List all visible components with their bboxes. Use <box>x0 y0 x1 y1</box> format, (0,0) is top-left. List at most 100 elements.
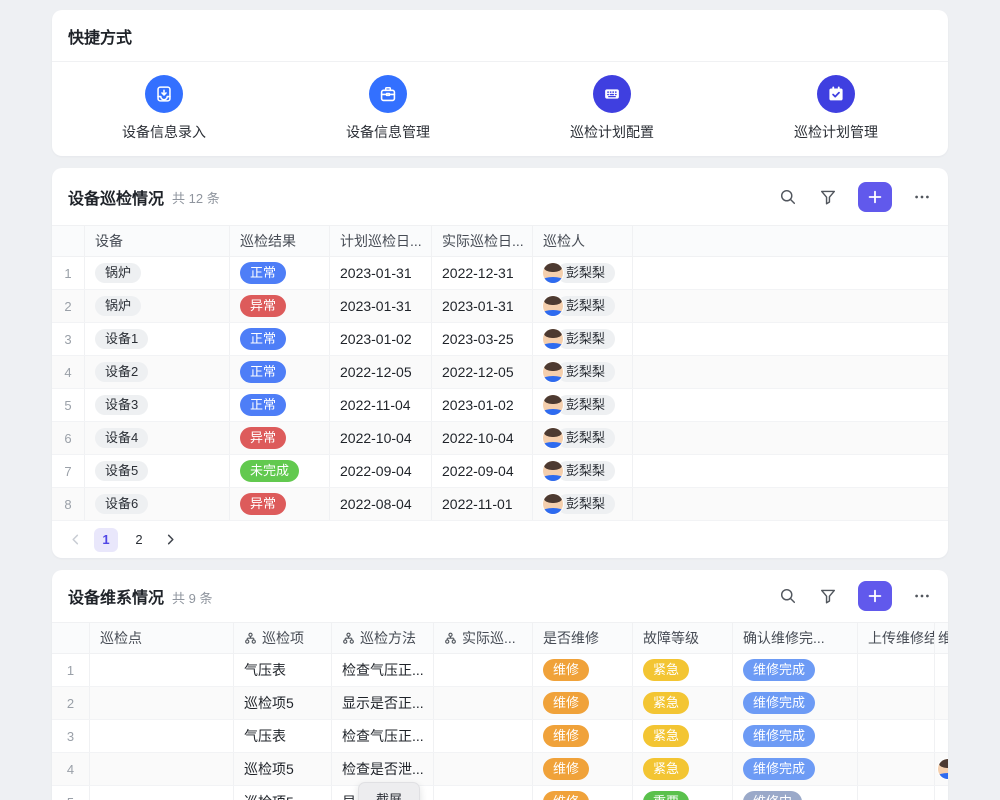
cell-actual <box>434 720 533 752</box>
col-level[interactable]: 故障等级 <box>633 623 733 653</box>
cell-repair: 维修 <box>533 720 633 752</box>
inspection-count: 共 12 条 <box>172 188 220 207</box>
cell-actual: 2022-12-05 <box>432 356 533 388</box>
table-row[interactable]: 8 设备6 异常 2022-08-04 2022-11-01 彭梨梨 <box>52 488 948 521</box>
maintenance-count: 共 9 条 <box>172 588 212 607</box>
col-upload[interactable]: 上传维修结... <box>858 623 935 653</box>
table-row[interactable]: 1 锅炉 正常 2023-01-31 2022-12-31 彭梨梨 <box>52 257 948 290</box>
avatar <box>543 494 563 514</box>
table-row[interactable]: 3 设备1 正常 2023-01-02 2023-03-25 彭梨梨 <box>52 323 948 356</box>
filter-icon[interactable] <box>818 187 838 207</box>
col-method[interactable]: 巡检方法 <box>332 623 434 653</box>
col-result[interactable]: 巡检结果 <box>230 226 330 256</box>
cell-level: 紧急 <box>633 654 733 686</box>
row-number: 4 <box>52 753 90 785</box>
col-confirm[interactable]: 确认维修完... <box>733 623 858 653</box>
filter-icon[interactable] <box>818 586 838 606</box>
col-repair[interactable]: 是否维修 <box>533 623 633 653</box>
cell-inspector: 彭梨梨 <box>533 422 633 454</box>
avatar <box>543 428 563 448</box>
cell-filler <box>633 290 948 322</box>
shortcut-plan-manage[interactable]: 巡检计划管理 <box>724 75 948 142</box>
cell-upload <box>858 654 935 686</box>
cell-result: 异常 <box>230 488 330 520</box>
cell-actual: 2022-11-01 <box>432 488 533 520</box>
col-planned-date[interactable]: 计划巡检日... <box>330 226 432 256</box>
shortcuts-header: 快捷方式 <box>52 10 948 62</box>
table-row[interactable]: 4 设备2 正常 2022-12-05 2022-12-05 彭梨梨 <box>52 356 948 389</box>
row-number: 4 <box>52 356 85 388</box>
col-truncated[interactable]: 维 <box>935 623 948 653</box>
shortcut-device-manage[interactable]: 设备信息管理 <box>276 75 500 142</box>
table-row[interactable]: 5 设备3 正常 2022-11-04 2023-01-02 彭梨梨 <box>52 389 948 422</box>
cell-item: 巡检项5 <box>234 687 332 719</box>
col-device[interactable]: 设备 <box>85 226 230 256</box>
col-point[interactable]: 巡检点 <box>90 623 234 653</box>
cell-actual: 2022-12-31 <box>432 257 533 289</box>
cell-inspector: 彭梨梨 <box>533 389 633 421</box>
add-record-button[interactable] <box>858 581 892 611</box>
cell-filler <box>633 488 948 520</box>
search-icon[interactable] <box>778 586 798 606</box>
row-number: 5 <box>52 389 85 421</box>
cell-result: 异常 <box>230 422 330 454</box>
cell-point <box>90 753 234 785</box>
cell-actual <box>434 786 533 800</box>
search-icon[interactable] <box>778 187 798 207</box>
col-actual[interactable]: 实际巡... <box>434 623 533 653</box>
row-number: 3 <box>52 720 90 752</box>
cell-result: 异常 <box>230 290 330 322</box>
cell-point <box>90 786 234 800</box>
next-page-icon[interactable] <box>160 528 180 552</box>
cell-repair: 维修 <box>533 687 633 719</box>
lookup-icon <box>342 632 355 645</box>
page-1-button[interactable]: 1 <box>94 528 118 552</box>
cell-level: 紧急 <box>633 720 733 752</box>
cell-filler <box>633 257 948 289</box>
more-icon[interactable] <box>912 586 932 606</box>
shortcut-plan-config[interactable]: 巡检计划配置 <box>500 75 724 142</box>
col-actual-date[interactable]: 实际巡检日... <box>432 226 533 256</box>
table-row[interactable]: 2 锅炉 异常 2023-01-31 2023-01-31 彭梨梨 <box>52 290 948 323</box>
inspection-title: 设备巡检情况 <box>68 185 164 209</box>
maintenance-card: 设备维系情况 共 9 条 <box>52 570 948 800</box>
lookup-icon <box>444 632 457 645</box>
cell-actual <box>434 753 533 785</box>
cell-upload <box>858 687 935 719</box>
add-record-button[interactable] <box>858 182 892 212</box>
cell-method: 检查气压正... <box>332 654 434 686</box>
row-number: 7 <box>52 455 85 487</box>
cell-device: 锅炉 <box>85 290 230 322</box>
cell-result: 正常 <box>230 323 330 355</box>
row-number: 5 <box>52 786 90 800</box>
cell-point <box>90 720 234 752</box>
cell-repair: 维修 <box>533 786 633 800</box>
avatar <box>543 395 563 415</box>
device-entry-icon <box>145 75 183 113</box>
more-icon[interactable] <box>912 187 932 207</box>
table-row[interactable]: 4 巡检项5 检查是否泄... 维修 紧急 维修完成 <box>52 753 948 786</box>
col-item[interactable]: 巡检项 <box>234 623 332 653</box>
col-rownum <box>52 623 90 653</box>
shortcut-device-entry[interactable]: 设备信息录入 <box>52 75 276 142</box>
table-row[interactable]: 5 巡检项5 显... 维修 重要 维修中 <box>52 786 948 800</box>
table-row[interactable]: 7 设备5 未完成 2022-09-04 2022-09-04 彭梨梨 <box>52 455 948 488</box>
table-row[interactable]: 1 气压表 检查气压正... 维修 紧急 维修完成 <box>52 654 948 687</box>
table-row[interactable]: 3 气压表 检查气压正... 维修 紧急 维修完成 <box>52 720 948 753</box>
row-number: 1 <box>52 654 90 686</box>
cell-device: 锅炉 <box>85 257 230 289</box>
cell-planned: 2022-10-04 <box>330 422 432 454</box>
cell-actual <box>434 687 533 719</box>
cell-result: 正常 <box>230 257 330 289</box>
shortcuts-row: 设备信息录入 设备信息管理 <box>52 62 948 142</box>
page-2-button[interactable]: 2 <box>127 528 151 552</box>
cell-planned: 2022-12-05 <box>330 356 432 388</box>
cell-inspector: 彭梨梨 <box>533 356 633 388</box>
avatar <box>543 461 563 481</box>
table-row[interactable]: 6 设备4 异常 2022-10-04 2022-10-04 彭梨梨 <box>52 422 948 455</box>
table-row[interactable]: 2 巡检项5 显示是否正... 维修 紧急 维修完成 <box>52 687 948 720</box>
col-inspector[interactable]: 巡检人 <box>533 226 633 256</box>
inspection-card: 设备巡检情况 共 12 条 <box>52 168 948 558</box>
cell-item: 气压表 <box>234 720 332 752</box>
prev-page-icon[interactable] <box>65 528 85 552</box>
